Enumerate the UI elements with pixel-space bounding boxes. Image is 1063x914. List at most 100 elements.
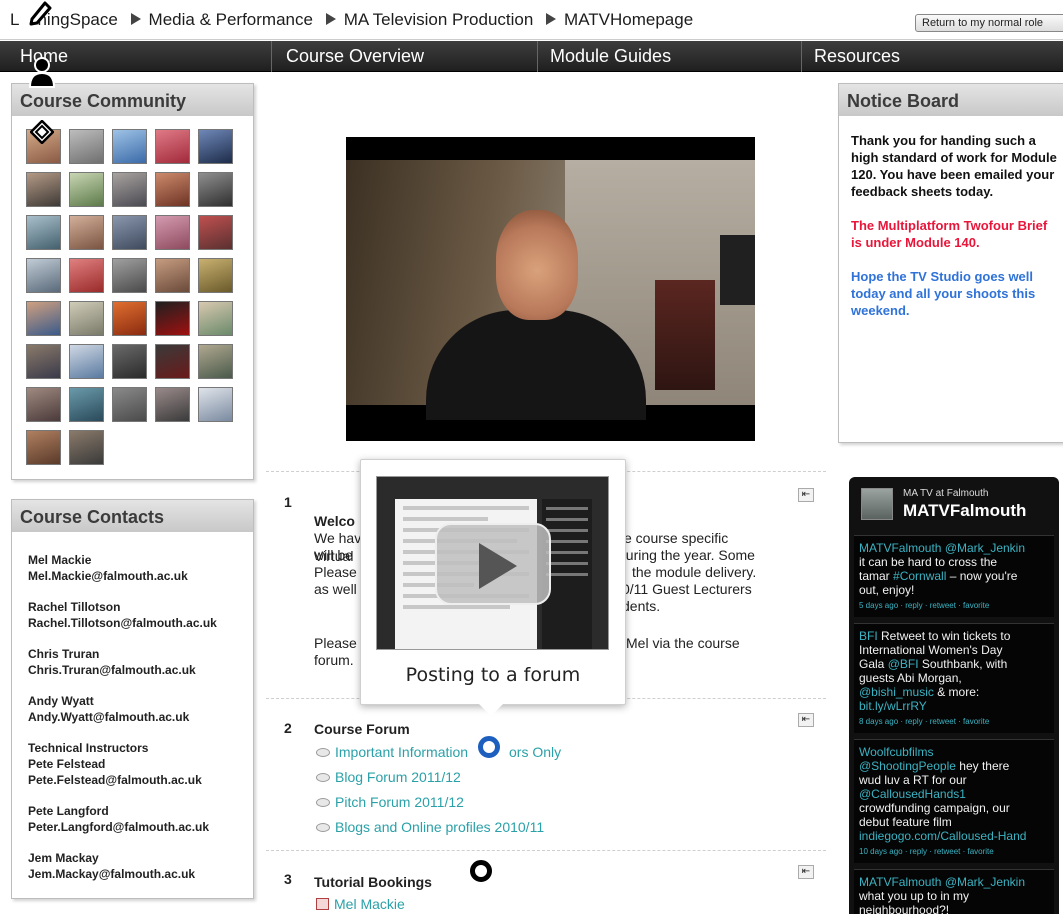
tweet-mention[interactable]: @CallousedHands1	[859, 787, 966, 801]
forum-link-pitch-forum[interactable]: Pitch Forum 2011/12	[316, 794, 464, 810]
tweet-hashtag[interactable]: #Cornwall	[893, 569, 946, 583]
nav-resources[interactable]: Resources	[802, 41, 1063, 72]
forum-icon	[316, 773, 330, 782]
tweet: MATVFalmouth @Mark_Jenkin it can be hard…	[854, 535, 1054, 617]
tweet-mention[interactable]: @Mark_Jenkin	[945, 875, 1025, 889]
contact-item: Technical Instructors Pete Felstead Pete…	[28, 740, 253, 788]
community-member-avatar[interactable]	[69, 430, 104, 465]
community-member-avatar[interactable]	[69, 387, 104, 422]
contact-email[interactable]: Chris.Truran@falmouth.ac.uk	[28, 662, 253, 678]
forum-link-important-information-tail[interactable]: ors Only	[509, 744, 561, 760]
community-member-avatar[interactable]	[26, 215, 61, 250]
forum-icon	[316, 748, 330, 757]
community-member-avatar[interactable]	[155, 387, 190, 422]
tweet-link[interactable]: bit.ly/wLrrRY	[859, 699, 927, 713]
contact-email[interactable]: Pete.Felstead@falmouth.ac.uk	[28, 772, 253, 788]
booking-link-mel-mackie[interactable]: Mel Mackie	[316, 896, 405, 912]
tweet: Woolfcubfilms @ShootingPeople hey there …	[854, 739, 1054, 863]
tweet-mention[interactable]: @Mark_Jenkin	[945, 541, 1025, 555]
tweet-text: out, enjoy!	[859, 583, 915, 597]
community-member-avatar[interactable]	[26, 258, 61, 293]
community-member-avatar[interactable]	[198, 387, 233, 422]
community-member-avatar[interactable]	[112, 258, 147, 293]
community-member-avatar[interactable]	[112, 215, 147, 250]
community-member-avatar[interactable]	[155, 172, 190, 207]
community-member-avatar[interactable]	[26, 387, 61, 422]
community-member-avatar[interactable]	[112, 387, 147, 422]
twitter-account-name[interactable]: MATVFalmouth	[903, 501, 1026, 521]
contact-email[interactable]: Andy.Wyatt@falmouth.ac.uk	[28, 709, 253, 725]
tweet: BFI Retweet to win tickets to Internatio…	[854, 623, 1054, 733]
community-member-avatar[interactable]	[69, 301, 104, 336]
tutorial-video-thumbnail[interactable]	[376, 476, 609, 650]
forum-link-blog-forum[interactable]: Blog Forum 2011/12	[316, 769, 461, 785]
tweet-user[interactable]: BFI	[859, 629, 878, 643]
tweet-meta[interactable]: 8 days ago · reply · retweet · favorite	[859, 715, 1049, 729]
twitter-avatar[interactable]	[861, 488, 893, 520]
return-to-normal-role-button[interactable]: Return to my normal role	[915, 14, 1063, 32]
nav-course-overview[interactable]: Course Overview	[274, 41, 538, 72]
community-member-avatar[interactable]	[112, 301, 147, 336]
person-icon	[28, 57, 56, 88]
forum-icon	[316, 798, 330, 807]
community-member-avatar[interactable]	[155, 129, 190, 164]
contact-email[interactable]: Mel.Mackie@falmouth.ac.uk	[28, 568, 253, 584]
breadcrumb-ma-tv-production[interactable]: MA Television Production	[344, 10, 534, 29]
contact-name: Technical Instructors	[28, 741, 149, 755]
contact-email[interactable]: Peter.Langford@falmouth.ac.uk	[28, 819, 253, 835]
tweet-text: debut feature film	[859, 815, 952, 829]
community-member-avatar[interactable]	[69, 258, 104, 293]
community-member-avatar[interactable]	[69, 344, 104, 379]
tweet-meta[interactable]: 5 days ago · reply · retweet · favorite	[859, 599, 1049, 613]
tweet-text: & more:	[937, 685, 980, 699]
contact-email[interactable]: Jem.Mackay@falmouth.ac.uk	[28, 866, 253, 882]
tweet-mention[interactable]: @BFI	[888, 657, 919, 671]
forum-tutorial-popup[interactable]: Posting to a forum	[360, 459, 626, 716]
tweet-link[interactable]: indiegogo.com/Calloused-Hand	[859, 829, 1026, 843]
community-member-avatar[interactable]	[155, 258, 190, 293]
community-member-avatar[interactable]	[198, 344, 233, 379]
forum-link-blogs-profiles[interactable]: Blogs and Online profiles 2010/11	[316, 819, 544, 835]
nav-module-guides[interactable]: Module Guides	[538, 41, 802, 72]
community-member-avatar[interactable]	[69, 215, 104, 250]
community-member-avatar[interactable]	[69, 129, 104, 164]
main-navigation: Home Course Overview Module Guides Resou…	[0, 41, 1063, 72]
community-member-avatar[interactable]	[198, 129, 233, 164]
community-member-avatar[interactable]	[155, 215, 190, 250]
forum-link-label: Pitch Forum 2011/12	[335, 794, 464, 810]
play-icon[interactable]	[435, 523, 551, 605]
community-member-avatar[interactable]	[69, 172, 104, 207]
community-member-avatar[interactable]	[112, 129, 147, 164]
community-member-avatar[interactable]	[198, 215, 233, 250]
breadcrumb-media-performance[interactable]: Media & Performance	[149, 10, 313, 29]
tweet-meta[interactable]: 10 days ago · reply · retweet · favorite	[859, 845, 1049, 859]
community-member-avatar[interactable]	[26, 430, 61, 465]
section-2-collapse-icon[interactable]: ⇤	[798, 713, 814, 727]
community-member-avatar[interactable]	[26, 172, 61, 207]
breadcrumb-learningspace-partial[interactable]: L	[10, 10, 19, 29]
tweet-mention[interactable]: @bishi_music	[859, 685, 934, 699]
community-member-avatar[interactable]	[155, 344, 190, 379]
contact-name: Andy Wyatt	[28, 694, 94, 708]
tweet-mention[interactable]: @ShootingPeople	[859, 759, 956, 773]
section-3-collapse-icon[interactable]: ⇤	[798, 865, 814, 879]
tweet-user[interactable]: Woolfcubfilms	[859, 745, 933, 759]
community-member-avatar[interactable]	[112, 172, 147, 207]
community-member-avatar[interactable]	[155, 301, 190, 336]
section-1-collapse-icon[interactable]: ⇤	[798, 488, 814, 502]
community-member-avatar[interactable]	[198, 301, 233, 336]
tweet-user[interactable]: MATVFalmouth	[859, 875, 941, 889]
contact-name: Jem Mackay	[28, 851, 99, 865]
tweet-text: – now you're	[949, 569, 1018, 583]
community-member-avatar[interactable]	[112, 344, 147, 379]
course-contacts-block: Course Contacts Mel Mackie Mel.Mackie@fa…	[11, 499, 254, 899]
contact-email[interactable]: Rachel.Tillotson@falmouth.ac.uk	[28, 615, 253, 631]
forum-link-important-information[interactable]: Important Information	[316, 744, 468, 760]
community-member-avatar[interactable]	[198, 172, 233, 207]
welcome-video-player[interactable]	[346, 137, 755, 441]
tweet-user[interactable]: MATVFalmouth	[859, 541, 941, 555]
tweet-text: International Women's Day	[859, 643, 1003, 657]
community-member-avatar[interactable]	[198, 258, 233, 293]
community-member-avatar[interactable]	[26, 301, 61, 336]
community-member-avatar[interactable]	[26, 344, 61, 379]
